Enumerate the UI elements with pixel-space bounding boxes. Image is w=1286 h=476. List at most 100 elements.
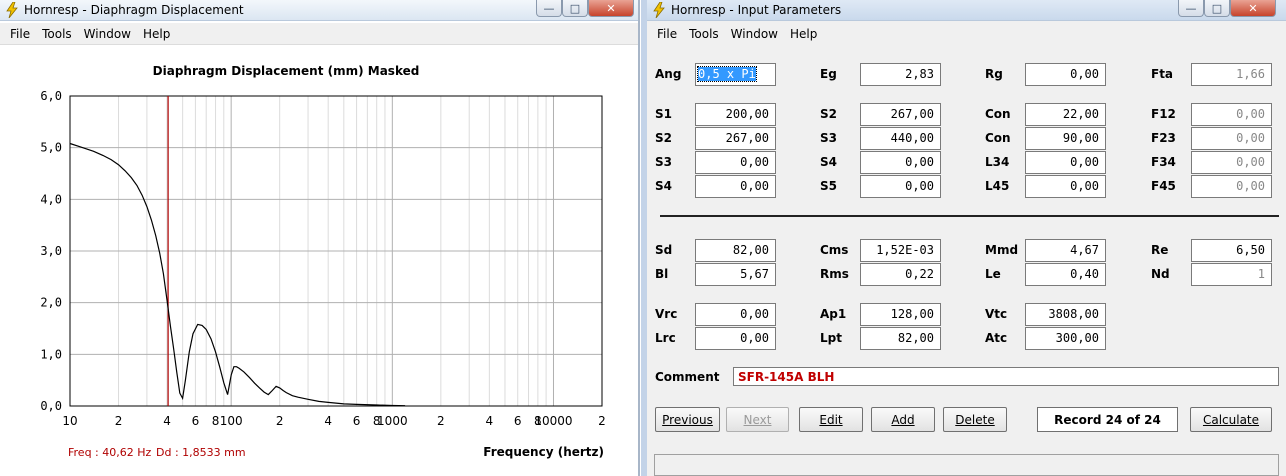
maximize-button[interactable]: □: [562, 0, 588, 17]
minimize-button[interactable]: —: [536, 0, 562, 17]
section-divider: [660, 215, 1279, 217]
minimize-button[interactable]: —: [1178, 0, 1204, 17]
param-field-nd[interactable]: 1: [1191, 263, 1272, 286]
param-label-f23: F23: [1151, 131, 1176, 145]
x-tick-label: 10: [62, 414, 77, 428]
delete-button[interactable]: Delete: [943, 407, 1007, 432]
x-tick-label: 2: [437, 414, 445, 428]
y-tick-label: 2,0: [40, 296, 62, 310]
menu-file[interactable]: File: [4, 24, 36, 44]
x-tick-label: 4: [486, 414, 494, 428]
previous-button[interactable]: Previous: [655, 407, 720, 432]
param-field-s3[interactable]: 440,00: [860, 127, 941, 150]
param-field-s5[interactable]: 0,00: [860, 175, 941, 198]
displacement-readout: Dd : 1,8533 mm: [156, 446, 246, 459]
menu-help[interactable]: Help: [784, 24, 823, 44]
param-field-l45[interactable]: 0,00: [1025, 175, 1106, 198]
menu-help[interactable]: Help: [137, 24, 176, 44]
param-field-ang[interactable]: 0,5 x Pi: [695, 63, 776, 86]
param-field-s1[interactable]: 200,00: [695, 103, 776, 126]
param-field-ap1[interactable]: 128,00: [860, 303, 941, 326]
maximize-icon: □: [1211, 1, 1223, 15]
param-label-rg: Rg: [985, 67, 1003, 81]
param-label-rms: Rms: [820, 267, 849, 281]
param-label-atc: Atc: [985, 331, 1008, 345]
maximize-icon: □: [569, 1, 581, 15]
close-icon: ✕: [606, 1, 616, 15]
param-field-rg[interactable]: 0,00: [1025, 63, 1106, 86]
close-button[interactable]: ✕: [588, 0, 634, 17]
displacement-chart[interactable]: 0,01,02,03,04,05,06,010 2 4 6 8 100 2 4 6 81000 2 4…: [0, 46, 636, 476]
param-label-l45: L45: [985, 179, 1010, 193]
menu-window[interactable]: Window: [725, 24, 784, 44]
param-label-con: Con: [985, 131, 1011, 145]
param-label-ap1: Ap1: [820, 307, 847, 321]
param-label-re: Re: [1151, 243, 1169, 257]
param-label-lpt: Lpt: [820, 331, 842, 345]
param-field-s2[interactable]: 267,00: [860, 103, 941, 126]
maximize-button[interactable]: □: [1204, 0, 1230, 17]
add-button[interactable]: Add: [871, 407, 935, 432]
lightning-bolt-icon: [6, 2, 18, 18]
param-label-lrc: Lrc: [655, 331, 676, 345]
param-field-lrc[interactable]: 0,00: [695, 327, 776, 350]
y-tick-label: 3,0: [40, 244, 62, 258]
param-label-s3: S3: [655, 155, 672, 169]
param-label-s3: S3: [820, 131, 837, 145]
param-field-lpt[interactable]: 82,00: [860, 327, 941, 350]
comment-field[interactable]: SFR-145A BLH: [733, 367, 1279, 386]
edit-button[interactable]: Edit: [799, 407, 863, 432]
input-parameters-window: Hornresp - Input Parameters — □ ✕ File T…: [641, 0, 1286, 476]
param-label-sd: Sd: [655, 243, 673, 257]
param-field-rms[interactable]: 0,22: [860, 263, 941, 286]
param-field-f23[interactable]: 0,00: [1191, 127, 1272, 150]
param-label-f12: F12: [1151, 107, 1176, 121]
param-field-f45[interactable]: 0,00: [1191, 175, 1272, 198]
x-tick-label: 2: [115, 414, 123, 428]
param-field-fta[interactable]: 1,66: [1191, 63, 1272, 86]
menu-tools[interactable]: Tools: [683, 24, 725, 44]
param-field-cms[interactable]: 1,52E-03: [860, 239, 941, 262]
menu-window[interactable]: Window: [78, 24, 137, 44]
minimize-icon: —: [543, 1, 555, 15]
calculate-button[interactable]: Calculate: [1190, 407, 1272, 432]
left-titlebar[interactable]: Hornresp - Diaphragm Displacement — □ ✕: [0, 0, 638, 21]
param-field-vtc[interactable]: 3808,00: [1025, 303, 1106, 326]
menu-file[interactable]: File: [651, 24, 683, 44]
param-field-l34[interactable]: 0,00: [1025, 151, 1106, 174]
param-field-con[interactable]: 22,00: [1025, 103, 1106, 126]
lightning-bolt-icon: [653, 2, 665, 18]
x-tick-label: 1000: [377, 414, 408, 428]
left-menubar: File Tools Window Help: [0, 23, 638, 45]
menu-tools[interactable]: Tools: [36, 24, 78, 44]
x-tick-label: 4: [163, 414, 171, 428]
param-field-sd[interactable]: 82,00: [695, 239, 776, 262]
param-field-f34[interactable]: 0,00: [1191, 151, 1272, 174]
y-tick-label: 6,0: [40, 89, 62, 103]
param-field-vrc[interactable]: 0,00: [695, 303, 776, 326]
next-button[interactable]: Next: [726, 407, 789, 432]
window-title: Hornresp - Diaphragm Displacement: [24, 3, 244, 17]
record-indicator: Record 24 of 24: [1037, 407, 1178, 432]
param-field-le[interactable]: 0,40: [1025, 263, 1106, 286]
param-field-s4[interactable]: 0,00: [695, 175, 776, 198]
close-button[interactable]: ✕: [1230, 0, 1276, 17]
param-field-atc[interactable]: 300,00: [1025, 327, 1106, 350]
param-field-f12[interactable]: 0,00: [1191, 103, 1272, 126]
param-label-s4: S4: [655, 179, 672, 193]
x-tick-label: 6: [353, 414, 361, 428]
x-tick-label: 8: [212, 414, 220, 428]
param-field-con[interactable]: 90,00: [1025, 127, 1106, 150]
param-field-s4[interactable]: 0,00: [860, 151, 941, 174]
param-field-s3[interactable]: 0,00: [695, 151, 776, 174]
param-label-con: Con: [985, 107, 1011, 121]
param-field-eg[interactable]: 2,83: [860, 63, 941, 86]
right-menubar: File Tools Window Help: [647, 23, 1286, 45]
param-field-s2[interactable]: 267,00: [695, 127, 776, 150]
param-field-re[interactable]: 6,50: [1191, 239, 1272, 262]
param-field-mmd[interactable]: 4,67: [1025, 239, 1106, 262]
param-field-bl[interactable]: 5,67: [695, 263, 776, 286]
right-titlebar[interactable]: Hornresp - Input Parameters — □ ✕: [647, 0, 1286, 21]
param-label-s2: S2: [820, 107, 837, 121]
param-label-fta: Fta: [1151, 67, 1174, 81]
